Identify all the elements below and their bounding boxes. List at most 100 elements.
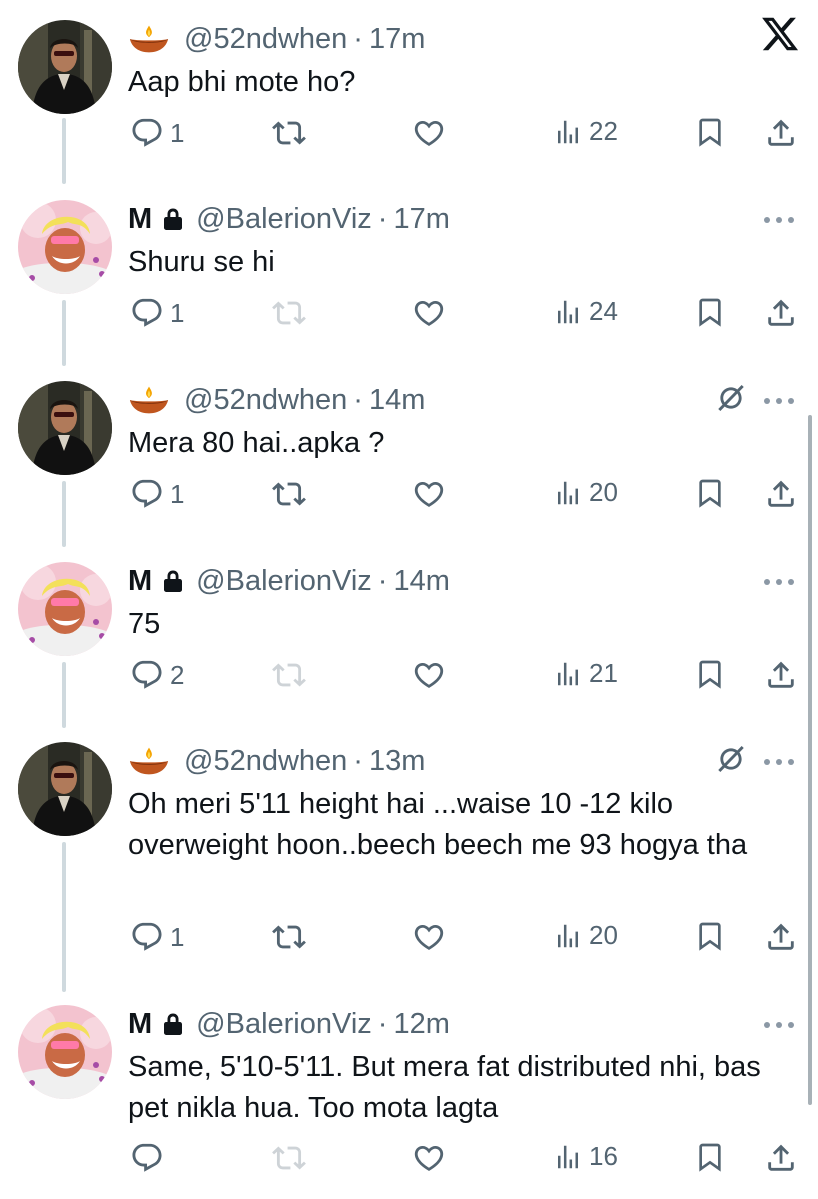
timestamp[interactable]: 17m xyxy=(369,23,425,56)
reply-count: 2 xyxy=(170,659,185,690)
grok-slash-icon[interactable] xyxy=(714,742,748,781)
tweet-text: Oh meri 5'11 height hai ...waise 10 -12 … xyxy=(128,788,748,861)
like-button[interactable] xyxy=(412,477,446,511)
like-button[interactable] xyxy=(412,296,446,330)
share-button[interactable] xyxy=(764,296,798,330)
views-button[interactable]: 24 xyxy=(553,296,618,327)
lock-icon xyxy=(162,207,184,231)
reply-count: 1 xyxy=(170,117,185,148)
tweet-text: Same, 5'10-5'11. But mera fat distribute… xyxy=(128,1051,761,1124)
bookmark-button[interactable] xyxy=(694,296,726,328)
separator: · xyxy=(353,22,363,55)
views-button[interactable]: 16 xyxy=(553,1141,618,1172)
tweet-header: M @BalerionViz · 14m xyxy=(128,564,450,598)
close-x-icon[interactable] xyxy=(760,14,800,59)
reply-button[interactable]: 1 xyxy=(130,296,184,330)
timestamp[interactable]: 14m xyxy=(393,565,449,598)
handle[interactable]: @52ndwhen xyxy=(184,23,347,56)
reply-button[interactable]: 2 xyxy=(130,658,184,692)
reply-count: 1 xyxy=(170,478,185,509)
views-button[interactable]: 22 xyxy=(553,116,618,147)
handle[interactable]: @52ndwhen xyxy=(184,745,347,778)
thread-line xyxy=(62,842,66,992)
bookmark-button[interactable] xyxy=(694,658,726,690)
display-name[interactable]: M xyxy=(128,565,152,598)
timestamp[interactable]: 17m xyxy=(393,203,449,236)
views-button[interactable]: 20 xyxy=(553,477,618,508)
tweet-header: @52ndwhen · 17m xyxy=(128,22,425,56)
share-button[interactable] xyxy=(764,1141,798,1175)
action-bar: 1 22 xyxy=(0,116,818,156)
more-options-icon[interactable] xyxy=(762,574,796,584)
reply-button[interactable]: 1 xyxy=(130,920,184,954)
views-count: 24 xyxy=(589,296,618,326)
action-bar: 1 20 xyxy=(0,477,818,517)
like-button[interactable] xyxy=(412,658,446,692)
bookmark-button[interactable] xyxy=(694,920,726,952)
separator: · xyxy=(377,202,388,235)
reply-button[interactable] xyxy=(130,1141,170,1175)
action-bar: 1 24 xyxy=(0,296,818,336)
grok-slash-icon[interactable] xyxy=(714,381,748,420)
avatar[interactable] xyxy=(18,20,112,114)
timestamp[interactable]: 13m xyxy=(369,745,425,778)
handle[interactable]: @BalerionViz xyxy=(196,1008,372,1041)
scrollbar[interactable] xyxy=(808,415,812,1105)
tweet-text: Mera 80 hai..apka ? xyxy=(128,427,385,459)
views-button[interactable]: 20 xyxy=(553,920,618,951)
avatar[interactable] xyxy=(18,742,112,836)
repost-button[interactable] xyxy=(272,296,306,330)
bookmark-button[interactable] xyxy=(694,477,726,509)
action-bar: 16 xyxy=(0,1141,818,1181)
diya-lamp-icon xyxy=(128,746,170,776)
action-bar: 2 21 xyxy=(0,658,818,698)
views-button[interactable]: 21 xyxy=(553,658,618,689)
share-button[interactable] xyxy=(764,920,798,954)
repost-button[interactable] xyxy=(272,920,306,954)
separator: · xyxy=(353,744,363,777)
reply-count: 1 xyxy=(170,921,185,952)
views-count: 20 xyxy=(589,920,618,950)
reply-count: 1 xyxy=(170,297,185,328)
views-count: 22 xyxy=(589,116,618,146)
repost-button[interactable] xyxy=(272,116,306,150)
bookmark-button[interactable] xyxy=(694,1141,726,1173)
reply-button[interactable]: 1 xyxy=(130,116,184,150)
share-button[interactable] xyxy=(764,658,798,692)
tweet-header: @52ndwhen · 13m xyxy=(128,744,425,778)
display-name[interactable]: M xyxy=(128,203,152,236)
timestamp[interactable]: 14m xyxy=(369,384,425,417)
like-button[interactable] xyxy=(412,920,446,954)
avatar[interactable] xyxy=(18,200,112,294)
more-options-icon[interactable] xyxy=(762,393,796,403)
avatar[interactable] xyxy=(18,1005,112,1099)
bookmark-button[interactable] xyxy=(694,116,726,148)
diya-lamp-icon xyxy=(128,385,170,415)
repost-button[interactable] xyxy=(272,477,306,511)
avatar[interactable] xyxy=(18,381,112,475)
like-button[interactable] xyxy=(412,116,446,150)
handle[interactable]: @BalerionViz xyxy=(196,565,372,598)
tweet-text: 75 xyxy=(128,608,161,640)
share-button[interactable] xyxy=(764,116,798,150)
views-count: 21 xyxy=(589,658,618,688)
action-bar: 1 20 xyxy=(0,920,818,960)
like-button[interactable] xyxy=(412,1141,446,1175)
reply-button[interactable]: 1 xyxy=(130,477,184,511)
repost-button[interactable] xyxy=(272,1141,306,1175)
timestamp[interactable]: 12m xyxy=(393,1008,449,1041)
share-button[interactable] xyxy=(764,477,798,511)
more-options-icon[interactable] xyxy=(762,1017,796,1027)
separator: · xyxy=(377,1007,388,1040)
handle[interactable]: @52ndwhen xyxy=(184,384,347,417)
avatar[interactable] xyxy=(18,562,112,656)
diya-lamp-icon xyxy=(128,24,170,54)
repost-button[interactable] xyxy=(272,658,306,692)
more-options-icon[interactable] xyxy=(762,212,796,222)
separator: · xyxy=(353,383,363,416)
more-options-icon[interactable] xyxy=(762,754,796,764)
display-name[interactable]: M xyxy=(128,1008,152,1041)
tweet-header: M @BalerionViz · 12m xyxy=(128,1007,450,1041)
views-count: 20 xyxy=(589,477,618,507)
handle[interactable]: @BalerionViz xyxy=(196,203,372,236)
